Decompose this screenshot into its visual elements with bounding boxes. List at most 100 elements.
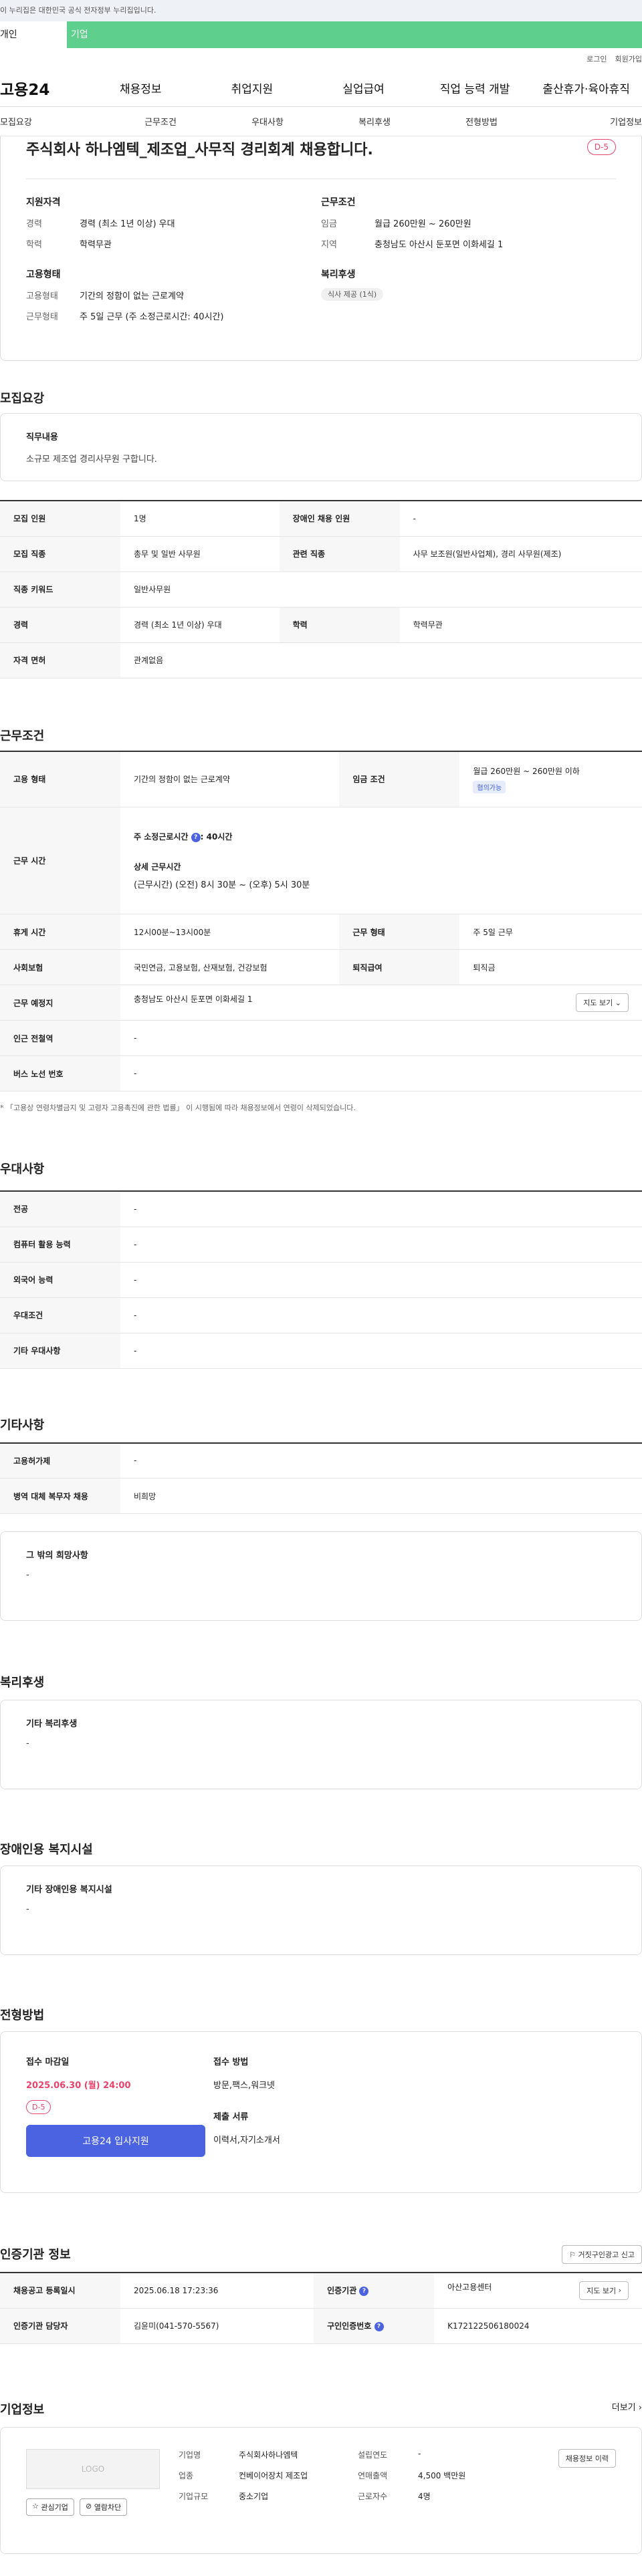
cell-value: 퇴직금	[459, 949, 642, 985]
nav-employment-support[interactable]: 취업지원	[197, 80, 308, 96]
report-button[interactable]: ⚐ 거짓구인광고 신고	[562, 2245, 642, 2264]
cell-label: 인근 전철역	[0, 1020, 120, 1056]
value: 월급 260만원 ~ 260만원	[374, 219, 471, 229]
nav-jobs[interactable]: 채용정보	[85, 80, 197, 96]
cell-label: 근무 형태	[339, 914, 460, 950]
value: 주식회사하나엠텍	[239, 2450, 298, 2460]
cell-label: 인증기관 담당자	[0, 2308, 120, 2344]
benefit-box: 기타 복리후생 -	[0, 1700, 642, 1789]
job-summary: 주식회사 하나엠텍_제조업_사무직 경리회계 채용합니다. D-5 지원자격 경…	[0, 136, 642, 361]
tab-individual[interactable]: 개인	[0, 21, 67, 48]
hiring-history-button[interactable]: 채용정보 이력	[558, 2448, 616, 2468]
etc-table: 고용허가제 - 병역 대체 복무자 채용 비희망	[0, 1442, 642, 1514]
cert-table: 채용공고 등록일시 2025.06.18 17:23:36 인증기관 ? 아산고용센터…	[0, 2272, 642, 2344]
table-row: 모집 직종 총무 및 일반 사무원 관련 직종 사무 보조원(일반사업체), 경리 사…	[0, 536, 642, 572]
cell-value: -	[120, 1227, 642, 1263]
apply-button[interactable]: 고용24 입사지원	[26, 2125, 205, 2157]
anchor-company[interactable]: 기업정보	[535, 115, 642, 128]
fav-label: 관심기업	[41, 2502, 68, 2512]
cond-heading: 근무조건	[321, 197, 356, 208]
etc-box-heading: 그 밖의 희망사항	[26, 1551, 88, 1561]
hours-value: 40시간	[206, 832, 233, 842]
label: 고용형태	[26, 291, 58, 301]
cell-label: 기타 우대사항	[0, 1333, 120, 1369]
table-row: 컴퓨터 활용 능력 -	[0, 1227, 642, 1263]
cell-value: 1명	[120, 501, 280, 537]
table-row: 우대조건 -	[0, 1297, 642, 1333]
anchor-process[interactable]: 전형방법	[428, 115, 535, 128]
value: 중소기업	[239, 2491, 269, 2501]
cert-map-button[interactable]: 지도 보기 ›	[579, 2281, 629, 2300]
label: 연매출액	[358, 2470, 388, 2480]
cell-value: 학력무관	[399, 607, 642, 643]
join-link[interactable]: 회원가입	[615, 53, 642, 64]
disab-value: -	[26, 1904, 29, 1914]
label: 경력	[26, 219, 42, 229]
label: 임금	[321, 219, 337, 229]
cell-value: 기간의 정함이 없는 근로계약	[120, 751, 340, 807]
table-row: 직종 키워드 일반사무원	[0, 571, 642, 608]
nav-skills[interactable]: 직업 능력 개발	[419, 80, 531, 96]
cell-value: -	[120, 1333, 642, 1369]
info-icon[interactable]: ?	[359, 2286, 369, 2296]
method-heading: 접수 방법	[213, 2057, 249, 2067]
duty-value: 소규모 제조업 경리사무원 구합니다.	[26, 455, 157, 465]
site-logo[interactable]: 고용24	[0, 77, 85, 100]
cell-value: 일반사무원	[120, 571, 642, 608]
value: 충청남도 아산시 둔포면 이화세길 1	[374, 240, 504, 250]
value: 기간의 정함이 없는 근로계약	[80, 291, 184, 301]
cell-value: 충청남도 아산시 둔포면 이화세길 1 지도 보기 ⌄	[120, 985, 642, 1021]
method-value: 방문,팩스,워크넷	[213, 2081, 275, 2091]
label: 설립연도	[358, 2450, 388, 2460]
tab-business[interactable]: 기업	[67, 21, 642, 48]
map-button[interactable]: 지도 보기 ⌄	[576, 993, 629, 1012]
cell-label: 구인인증번호 ?	[314, 2308, 435, 2344]
login-link[interactable]: 로그인	[586, 53, 607, 64]
section-title-company: 기업정보	[0, 2402, 45, 2417]
anchor-recruit[interactable]: 모집요강	[0, 115, 107, 128]
nav-unemployment[interactable]: 실업급여	[308, 80, 419, 96]
disab-box: 기타 장애인용 복지시설 -	[0, 1865, 642, 1955]
value: -	[418, 2448, 421, 2458]
nav-parental-leave[interactable]: 출산휴가·육아휴직	[530, 80, 642, 96]
fav-company-button[interactable]: ☆ 관심기업	[26, 2498, 74, 2516]
notice-text: 이 누리집은 대한민국 공식 전자정부 누리집입니다.	[0, 6, 156, 15]
block-company-button[interactable]: ⊘ 열람차단	[79, 2498, 128, 2516]
table-row: 인증기관 담당자 김윤미(041-570-5567) 구인인증번호 ? K172122…	[0, 2308, 642, 2344]
info-icon[interactable]: ?	[191, 832, 201, 842]
detail-hours-label: 상세 근무시간	[134, 862, 181, 872]
cell-label: 휴게 시간	[0, 914, 120, 950]
util-menu: 로그인 회원가입	[0, 48, 642, 70]
dday-badge-small: D-5	[26, 2100, 51, 2114]
cell-value: K172122506180024	[434, 2308, 642, 2344]
recruit-table: 모집 인원 1명 장애인 채용 인원 - 모집 직종 총무 및 일반 사무원 관련 직종 사…	[0, 500, 642, 678]
process-box: 접수 마감일 2025.06.30 (월) 24:00 D-5 고용24 입사지…	[0, 2031, 642, 2193]
section-title-disab: 장애인용 복지시설	[0, 1843, 93, 1857]
table-row: 모집 인원 1명 장애인 채용 인원 -	[0, 501, 642, 537]
anchor-workcond[interactable]: 근무조건	[107, 115, 214, 128]
cell-value: 김윤미(041-570-5567)	[120, 2308, 314, 2344]
benefit-value: -	[26, 1738, 29, 1749]
cell-value: 주 5일 근무	[459, 914, 642, 950]
cell-label: 학력	[279, 607, 400, 643]
section-title-process: 전형방법	[0, 2009, 45, 2023]
cell-value: 국민연금, 고용보험, 산재보험, 건강보험	[120, 949, 340, 985]
age-note: * 「고용상 연령차별금지 및 고령자 고용촉진에 관한 법률」 이 시행됨에 …	[0, 1104, 356, 1112]
cert-map-label: 지도 보기	[586, 2286, 617, 2295]
info-icon[interactable]: ?	[374, 2321, 384, 2331]
cell-label: 장애인 채용 인원	[279, 501, 400, 537]
table-row: 채용공고 등록일시 2025.06.18 17:23:36 인증기관 ? 아산고용센터…	[0, 2273, 642, 2309]
cell-label: 근무 예정지	[0, 985, 120, 1021]
anchor-pref[interactable]: 우대사항	[214, 115, 321, 128]
anchor-benefit[interactable]: 복리후생	[321, 115, 428, 128]
user-type-bar: 개인 기업	[0, 21, 642, 48]
cell-value: 비희망	[120, 1478, 642, 1514]
table-row: 전공 -	[0, 1191, 642, 1227]
more-link[interactable]: 더보기 ›	[612, 2400, 642, 2427]
value: 컨베이어장치 제조업	[239, 2470, 308, 2480]
age-note-text: 「고용상 연령차별금지 및 고령자 고용촉진에 관한 법률」 이 시행됨에 따라…	[6, 1104, 356, 1112]
cell-label: 병역 대체 복무자 채용	[0, 1478, 120, 1514]
workcond-table: 고용 형태 기간의 정함이 없는 근로계약 임금 조건 월급 260만원 ~ 260만…	[0, 750, 642, 1091]
cell-label: 고용 형태	[0, 751, 120, 807]
org-value: 아산고용센터	[447, 2282, 492, 2292]
